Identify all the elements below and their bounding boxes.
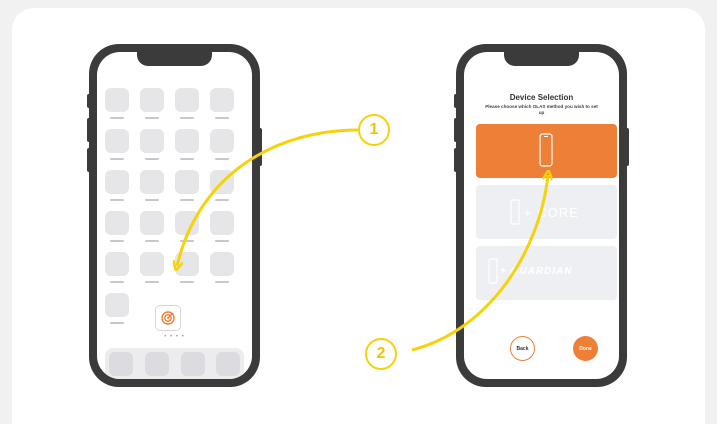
arrow-to-phone-option bbox=[411, 175, 548, 352]
arrow-overlay bbox=[0, 128, 717, 352]
arrow-to-olas-app bbox=[177, 128, 359, 266]
step-2-badge: 2 bbox=[365, 338, 397, 370]
step-1-badge: 1 bbox=[358, 114, 390, 146]
